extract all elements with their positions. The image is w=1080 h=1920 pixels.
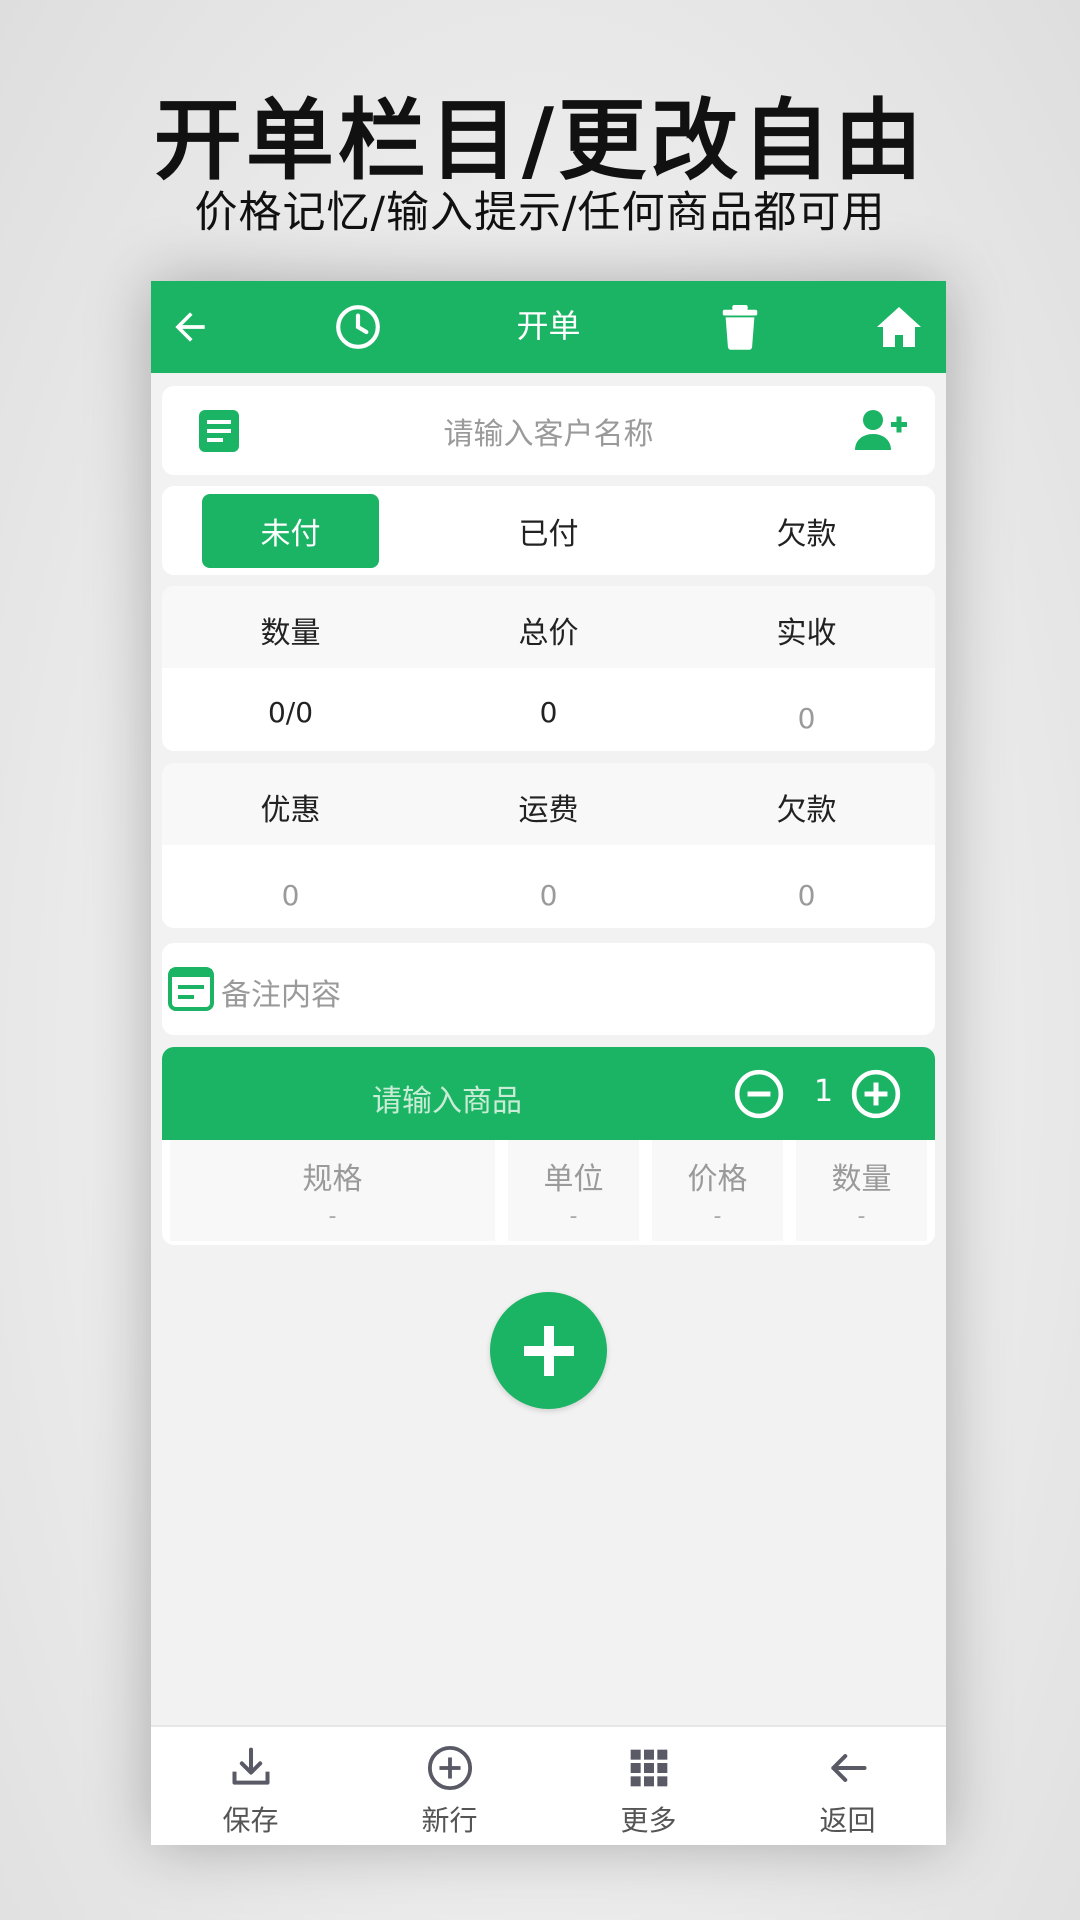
received-label: 实收 <box>776 616 837 651</box>
quantity-column[interactable]: 数量 - <box>796 1140 927 1241</box>
save-button[interactable]: 保存 <box>151 1741 350 1839</box>
customer-input-card[interactable]: 请输入客户名称 <box>162 386 935 475</box>
bottom-nav: 保存 新行 更多 返回 <box>151 1725 946 1845</box>
note-input-card[interactable]: 备注内容 <box>162 943 935 1035</box>
discount-label: 优惠 <box>260 793 321 828</box>
debt-label: 欠款 <box>776 793 837 828</box>
add-user-icon[interactable] <box>855 408 907 454</box>
tab-paid[interactable]: 已付 <box>460 494 637 568</box>
customer-placeholder: 请输入客户名称 <box>443 417 654 452</box>
quantity-value: 1 <box>814 1074 834 1109</box>
unit-label: 单位 <box>543 1162 604 1197</box>
plus-icon <box>523 1325 574 1376</box>
more-button[interactable]: 更多 <box>549 1741 748 1839</box>
quantity-col-label: 数量 <box>831 1162 892 1197</box>
add-circle-icon <box>350 1741 549 1795</box>
unit-column[interactable]: 单位 - <box>508 1140 639 1241</box>
quantity-value: 0/0 <box>267 696 314 729</box>
summary-grid: 数量 总价 实收 0/0 0 0 <box>162 586 935 751</box>
save-label: 保存 <box>222 1804 279 1837</box>
quantity-label: 数量 <box>260 616 321 651</box>
discount-input[interactable]: 0 <box>162 879 419 912</box>
grid-icon <box>549 1741 748 1795</box>
shipping-label: 运费 <box>518 793 579 828</box>
promo-subtitle: 价格记忆/输入提示/任何商品都可用 <box>194 188 886 238</box>
add-item-button[interactable] <box>490 1292 607 1409</box>
return-label: 返回 <box>819 1804 876 1837</box>
tab-debt[interactable]: 欠款 <box>718 494 895 568</box>
spec-value: - <box>328 1204 337 1229</box>
new-row-button[interactable]: 新行 <box>350 1741 549 1839</box>
page-title: 开单 <box>516 307 581 345</box>
home-icon[interactable] <box>867 295 931 359</box>
price-label: 价格 <box>687 1162 748 1197</box>
top-bar: 开单 <box>151 281 946 373</box>
back-arrow-icon <box>748 1741 947 1795</box>
return-button[interactable]: 返回 <box>748 1741 947 1839</box>
shipping-input[interactable]: 0 <box>420 879 677 912</box>
phone-screen: 开单 请输入客户名称 未付 已付 欠款 数量 总价 实收 0/0 0 0 优惠 … <box>151 281 946 1845</box>
received-input[interactable]: 0 <box>678 702 935 735</box>
payment-status-tabs: 未付 已付 欠款 <box>162 486 935 575</box>
price-value: - <box>713 1204 722 1229</box>
download-icon <box>151 1741 350 1795</box>
extras-grid: 优惠 运费 欠款 0 0 0 <box>162 763 935 928</box>
goods-input[interactable]: 请输入商品 <box>372 1076 522 1120</box>
trash-icon[interactable] <box>708 295 772 359</box>
note-placeholder: 备注内容 <box>221 978 341 1013</box>
note-icon <box>168 967 214 1015</box>
price-column[interactable]: 价格 - <box>652 1140 783 1241</box>
minus-circle-icon[interactable] <box>734 1069 784 1123</box>
plus-circle-icon[interactable] <box>851 1069 901 1123</box>
spec-label: 规格 <box>302 1162 363 1197</box>
more-label: 更多 <box>620 1804 677 1837</box>
goods-entry-card: 请输入商品 1 规格 - 单位 - 价格 - 数量 - <box>162 1047 935 1245</box>
tab-unpaid[interactable]: 未付 <box>202 494 379 568</box>
new-row-label: 新行 <box>421 1804 478 1837</box>
total-price-value: 0 <box>539 696 558 729</box>
quantity-col-value: - <box>857 1204 866 1229</box>
spec-column[interactable]: 规格 - <box>170 1140 495 1241</box>
unit-value: - <box>569 1204 578 1229</box>
debt-input[interactable]: 0 <box>678 879 935 912</box>
total-price-label: 总价 <box>518 616 579 651</box>
